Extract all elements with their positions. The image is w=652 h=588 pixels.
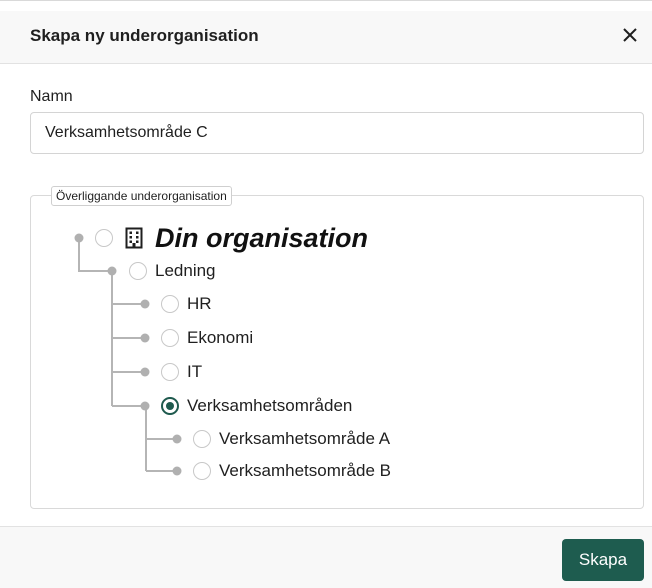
- create-button[interactable]: Skapa: [562, 539, 644, 581]
- tree-node[interactable]: Verksamhetsområde B: [193, 459, 391, 483]
- dialog-body: Namn Överliggande underorganisation: [0, 64, 652, 526]
- tree-node-label: Verksamhetsområde B: [219, 461, 391, 480]
- tree-node-label: Ledning: [155, 261, 216, 280]
- tree-node-label: HR: [187, 294, 212, 313]
- create-suborganization-dialog: Skapa ny underorganisation Namn Överligg…: [0, 0, 652, 588]
- tree-node-label: Verksamhetsområde A: [219, 429, 391, 448]
- name-input[interactable]: [30, 112, 644, 154]
- tree-node-radio[interactable]: [95, 229, 113, 247]
- close-button[interactable]: [616, 21, 644, 49]
- tree-dot: [107, 266, 117, 276]
- building-icon: [125, 227, 143, 249]
- tree-node-radio[interactable]: [129, 262, 147, 280]
- tree-node[interactable]: Ekonomi: [161, 326, 253, 350]
- dialog-footer: Skapa: [0, 526, 652, 588]
- tree-node-radio[interactable]: [161, 329, 179, 347]
- tree-node[interactable]: IT: [161, 360, 202, 384]
- tree-dot: [172, 466, 182, 476]
- tree-node-radio-selected[interactable]: [161, 397, 179, 415]
- tree-node-root[interactable]: Din organisation: [95, 222, 369, 253]
- parent-organization-fieldset: Överliggande underorganisation Din organ…: [30, 186, 644, 509]
- tree-node-label: Ekonomi: [187, 328, 254, 347]
- tree-node-radio[interactable]: [161, 295, 179, 313]
- tree-node[interactable]: Verksamhetsområde A: [193, 427, 390, 451]
- tree-dot: [74, 233, 84, 243]
- tree-dot: [140, 401, 150, 411]
- tree-node-radio[interactable]: [161, 363, 179, 381]
- tree-node-label: Din organisation: [155, 222, 369, 253]
- tree-node-label: IT: [187, 362, 203, 381]
- tree-node[interactable]: Ledning: [129, 259, 216, 283]
- tree-node-label: Verksamhetsområden: [187, 396, 353, 415]
- tree-dot: [140, 299, 150, 309]
- dialog-header: Skapa ny underorganisation: [0, 11, 652, 64]
- tree-dot: [140, 333, 150, 343]
- close-icon: [623, 28, 637, 42]
- tree-node-radio[interactable]: [193, 462, 211, 480]
- tree-node-radio[interactable]: [193, 430, 211, 448]
- tree-node-selected[interactable]: Verksamhetsområden: [161, 394, 352, 418]
- dialog-title: Skapa ny underorganisation: [30, 26, 259, 45]
- tree-dot: [172, 434, 182, 444]
- tree-dot: [140, 367, 150, 377]
- tree-node[interactable]: HR: [161, 292, 212, 316]
- name-label: Namn: [30, 88, 73, 105]
